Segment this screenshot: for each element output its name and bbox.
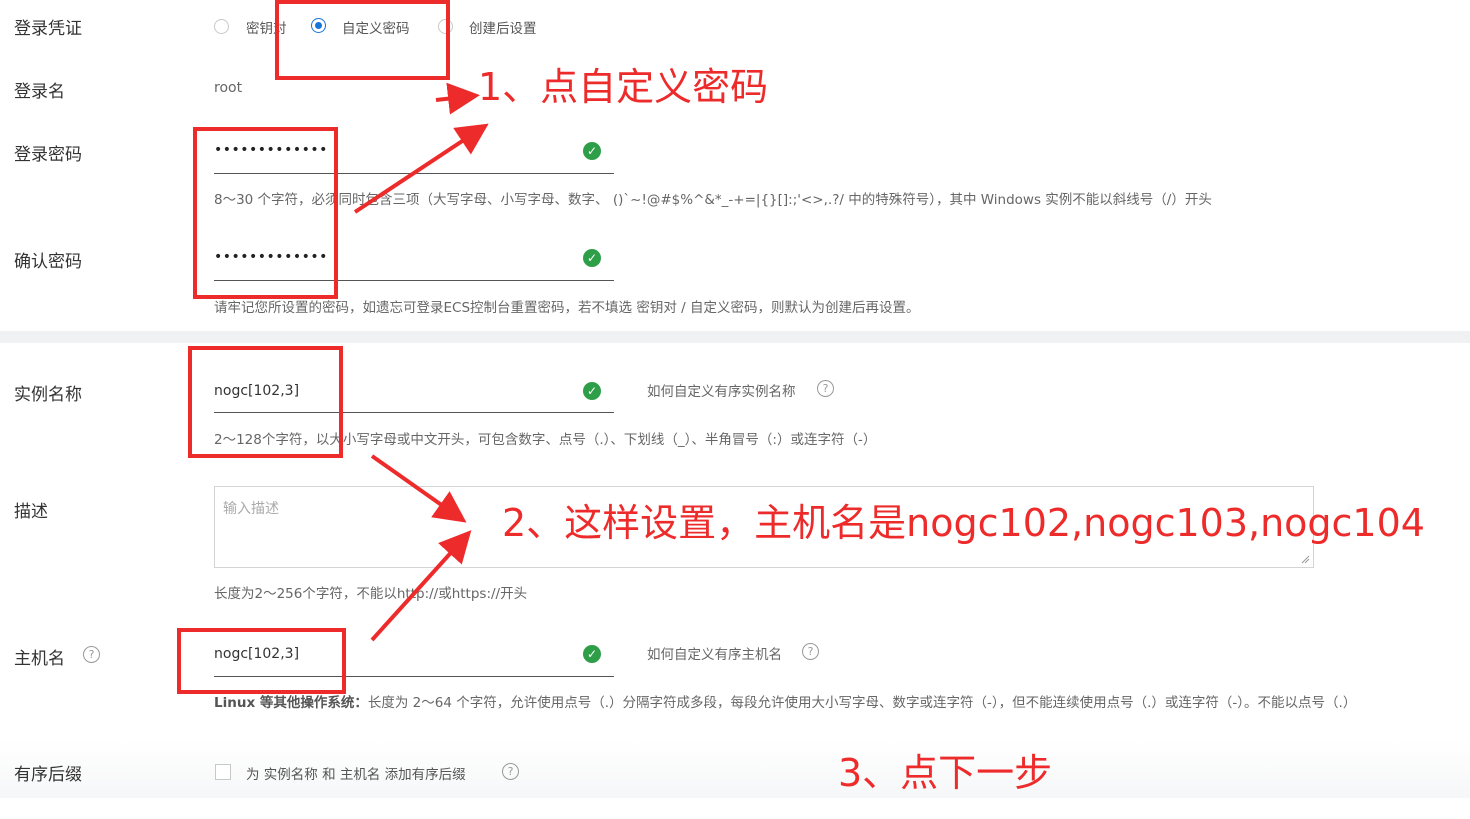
annotation-arrows	[353, 82, 489, 642]
arrow-step2-a	[370, 454, 467, 523]
arrow-step1-b	[353, 123, 489, 214]
annotation-step1: 1、点自定义密码	[478, 65, 769, 109]
annotation-step2: 2、这样设置，主机名是nogc102,nogc103,nogc104	[502, 501, 1425, 545]
arrow-step2-b	[370, 530, 472, 642]
annotation-step3: 3、点下一步	[838, 751, 1053, 795]
arrow-step1-a	[435, 82, 480, 115]
